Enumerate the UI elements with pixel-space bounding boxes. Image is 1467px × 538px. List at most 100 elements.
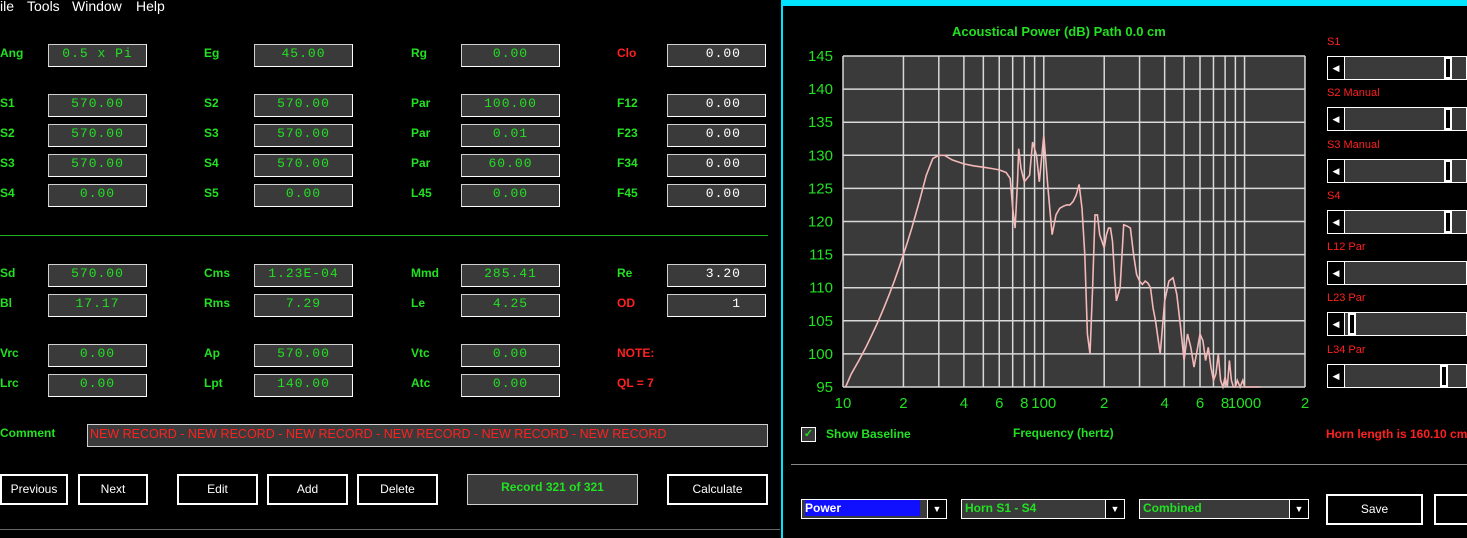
value-field[interactable]: 570.00 — [254, 94, 353, 117]
field-label: Rms — [204, 296, 231, 310]
combine-dropdown[interactable]: Combined ▼ — [1139, 499, 1309, 519]
status-divider — [0, 529, 780, 530]
slider-left-arrow-icon[interactable]: ◀ — [1328, 57, 1345, 79]
slider-thumb[interactable] — [1348, 313, 1357, 335]
field-label: Rg — [411, 46, 427, 60]
y-tick-label: 120 — [808, 214, 833, 231]
horn-dropdown[interactable]: Horn S1 - S4 ▼ — [961, 499, 1125, 519]
value-field[interactable]: 0.00 — [48, 344, 147, 367]
show-baseline-checkbox[interactable]: ✓ — [801, 427, 816, 442]
field-label: S2 — [0, 126, 15, 140]
mode-dropdown[interactable]: Power ▼ — [801, 499, 947, 519]
value-field[interactable]: 4.25 — [461, 294, 560, 317]
y-tick-label: 145 — [808, 48, 833, 65]
x-tick-label: 6 — [1196, 395, 1204, 412]
menu-window[interactable]: Window — [72, 0, 122, 14]
value-field[interactable]: 0.00 — [667, 124, 766, 147]
chevron-down-icon[interactable]: ▼ — [927, 500, 946, 518]
value-field[interactable]: 570.00 — [48, 154, 147, 177]
slider-left-arrow-icon[interactable]: ◀ — [1328, 313, 1345, 335]
field-label: Par — [411, 126, 431, 140]
value-field[interactable]: 100.00 — [461, 94, 560, 117]
slider-track[interactable]: ◀ — [1327, 159, 1467, 183]
value-field[interactable]: 0.00 — [461, 374, 560, 397]
next-button[interactable]: Next — [78, 474, 148, 505]
menu-tools[interactable]: Tools — [27, 0, 60, 14]
field-label: Clo — [617, 46, 637, 60]
slider-thumb[interactable] — [1439, 365, 1448, 387]
slider-track[interactable]: ◀ — [1327, 210, 1467, 234]
field-label: Le — [411, 296, 426, 310]
slider-track[interactable]: ◀ — [1327, 56, 1467, 80]
field-label: S3 — [0, 156, 15, 170]
value-field[interactable]: 140.00 — [254, 374, 353, 397]
y-tick-label: 95 — [816, 379, 833, 396]
field-label: S4 — [0, 186, 15, 200]
slider-thumb[interactable] — [1444, 211, 1453, 233]
x-tick-label: 100 — [1031, 395, 1056, 412]
value-field[interactable]: 570.00 — [254, 344, 353, 367]
slider-thumb[interactable] — [1444, 57, 1453, 79]
value-field[interactable]: 570.00 — [254, 154, 353, 177]
value-field[interactable]: 60.00 — [461, 154, 560, 177]
slider-left-arrow-icon[interactable]: ◀ — [1328, 365, 1345, 387]
slider-track[interactable]: ◀ — [1327, 107, 1467, 131]
field-label: Mmd — [411, 266, 439, 280]
slider-left-arrow-icon[interactable]: ◀ — [1328, 160, 1345, 182]
slider-left-arrow-icon[interactable]: ◀ — [1328, 211, 1345, 233]
field-label: F12 — [617, 96, 638, 110]
slider-left-arrow-icon[interactable]: ◀ — [1328, 108, 1345, 130]
menu-file[interactable]: ile — [0, 0, 14, 14]
menu-help[interactable]: Help — [136, 0, 165, 14]
slider-thumb[interactable] — [1444, 160, 1453, 182]
value-field[interactable]: 570.00 — [48, 94, 147, 117]
value-field[interactable]: 570.00 — [48, 124, 147, 147]
previous-button[interactable]: Previous — [0, 474, 68, 505]
x-tick-label: 4 — [1160, 395, 1168, 412]
value-field[interactable]: 285.41 — [461, 264, 560, 287]
value-field[interactable]: 570.00 — [48, 264, 147, 287]
value-field[interactable]: 0.00 — [254, 184, 353, 207]
value-field[interactable]: 0.00 — [48, 374, 147, 397]
extra-button[interactable] — [1434, 494, 1467, 525]
slider-thumb[interactable] — [1444, 108, 1453, 130]
slider-left-arrow-icon[interactable]: ◀ — [1328, 262, 1345, 284]
slider-label: S4 — [1327, 190, 1341, 202]
x-tick-label: 2 — [899, 395, 907, 412]
slider-track[interactable]: ◀ — [1327, 261, 1467, 285]
edit-button[interactable]: Edit — [177, 474, 258, 505]
slider-track[interactable]: ◀ — [1327, 312, 1467, 336]
value-field[interactable]: 0.00 — [667, 94, 766, 117]
value-field[interactable]: 570.00 — [254, 124, 353, 147]
field-label: L45 — [411, 186, 432, 200]
add-button[interactable]: Add — [267, 474, 348, 505]
value-field[interactable]: 0.00 — [667, 44, 766, 67]
value-field[interactable]: 1 — [667, 294, 766, 317]
value-field[interactable]: 3.20 — [667, 264, 766, 287]
delete-button[interactable]: Delete — [357, 474, 438, 505]
value-field[interactable]: 0.00 — [667, 184, 766, 207]
chevron-down-icon[interactable]: ▼ — [1289, 500, 1308, 518]
calculate-button[interactable]: Calculate — [667, 474, 768, 505]
value-field[interactable]: 0.00 — [461, 184, 560, 207]
comment-field[interactable]: NEW RECORD - NEW RECORD - NEW RECORD - N… — [87, 424, 768, 447]
save-button[interactable]: Save — [1326, 494, 1423, 525]
field-label: F45 — [617, 186, 638, 200]
value-field[interactable]: 45.00 — [254, 44, 353, 67]
field-label: Ang — [0, 46, 24, 60]
value-field[interactable]: 0.00 — [461, 44, 560, 67]
value-field[interactable]: 7.29 — [254, 294, 353, 317]
chevron-down-icon[interactable]: ▼ — [1105, 500, 1124, 518]
field-label: Eg — [204, 46, 220, 60]
value-field[interactable]: 17.17 — [48, 294, 147, 317]
slider-track[interactable]: ◀ — [1327, 364, 1467, 388]
x-axis-label: Frequency (hertz) — [1013, 426, 1114, 440]
menu-bar: ile Tools Window Help — [0, 0, 780, 16]
show-baseline-label[interactable]: Show Baseline — [826, 427, 911, 441]
value-field[interactable]: 1.23E-04 — [254, 264, 353, 287]
value-field[interactable]: 0.01 — [461, 124, 560, 147]
value-field[interactable]: 0.00 — [461, 344, 560, 367]
value-field[interactable]: 0.5 x Pi — [48, 44, 147, 67]
value-field[interactable]: 0.00 — [667, 154, 766, 177]
value-field[interactable]: 0.00 — [48, 184, 147, 207]
